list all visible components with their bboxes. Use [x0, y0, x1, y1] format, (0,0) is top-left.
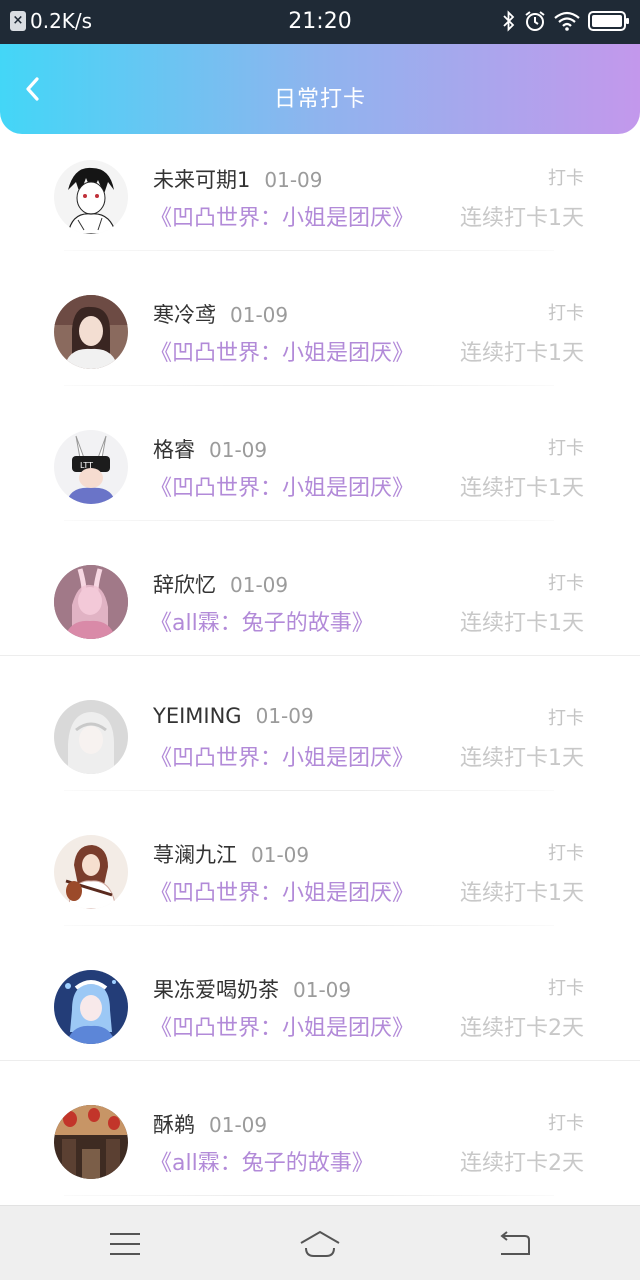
user-name-text: 果冻爱喝奶茶: [153, 978, 279, 1002]
checkin-date: 01-09: [209, 1113, 268, 1137]
home-icon: [300, 1230, 340, 1257]
wifi-icon: [554, 11, 580, 31]
avatar[interactable]: [54, 565, 128, 639]
user-name: 荨澜九江 01-09: [153, 839, 309, 869]
page-title: 日常打卡: [273, 87, 366, 112]
checkin-date: 01-09: [230, 303, 289, 327]
book-link[interactable]: 《凹凸世界：小姐是团厌》: [150, 875, 414, 907]
home-button[interactable]: [298, 1228, 342, 1260]
battery-icon: [588, 11, 629, 31]
divider: [64, 385, 554, 386]
status-right: [502, 10, 630, 32]
checkin-date: 01-09: [251, 843, 310, 867]
divider: [0, 1060, 640, 1061]
list-item[interactable]: YEIMING 01-09 打卡 《凹凸世界：小姐是团厌》 连续打卡1天: [0, 690, 640, 825]
user-name: 辞欣忆 01-09: [153, 569, 288, 599]
book-link[interactable]: 《凹凸世界：小姐是团厌》: [150, 1010, 414, 1042]
bluetooth-icon: [503, 10, 515, 32]
divider: [64, 1195, 554, 1196]
checkin-tag: 打卡: [548, 978, 584, 999]
user-name-text: 辞欣忆: [153, 573, 216, 597]
book-link[interactable]: 《凹凸世界：小姐是团厌》: [150, 200, 414, 232]
streak-text: 连续打卡2天: [460, 1151, 584, 1176]
checkin-tag: 打卡: [548, 168, 584, 189]
divider: [0, 655, 640, 656]
user-name-text: YEIMING: [153, 704, 242, 728]
user-name-text: 未来可期1: [153, 168, 251, 192]
user-name: 果冻爱喝奶茶 01-09: [153, 974, 351, 1004]
checkin-list: 未来可期1 01-09 打卡 《凹凸世界：小姐是团厌》 连续打卡1天 寒冷鸢 01-…: [0, 150, 640, 1230]
checkin-tag: 打卡: [548, 1113, 584, 1134]
menu-icon: [110, 1233, 140, 1255]
alarm-icon: [525, 11, 545, 31]
menu-button[interactable]: [105, 1228, 145, 1260]
streak-text: 连续打卡1天: [460, 476, 584, 501]
streak-text: 连续打卡1天: [460, 206, 584, 231]
user-name-text: 荨澜九江: [153, 843, 237, 867]
list-item[interactable]: 辞欣忆 01-09 打卡 《all霖：兔子的故事》 连续打卡1天: [0, 555, 640, 690]
list-item[interactable]: 荨澜九江 01-09 打卡 《凹凸世界：小姐是团厌》 连续打卡1天: [0, 825, 640, 960]
divider: [64, 520, 554, 521]
user-name-text: 寒冷鸢: [153, 303, 216, 327]
divider: [64, 925, 554, 926]
user-name: 酥鹈 01-09: [153, 1109, 267, 1139]
checkin-tag: 打卡: [548, 843, 584, 864]
checkin-date: 01-09: [293, 978, 352, 1002]
avatar[interactable]: [54, 1105, 128, 1179]
streak-text: 连续打卡1天: [460, 881, 584, 906]
book-link[interactable]: 《凹凸世界：小姐是团厌》: [150, 470, 414, 502]
user-name: YEIMING 01-09: [153, 704, 314, 728]
system-nav-bar: [0, 1205, 640, 1280]
header-bar: 日常打卡: [0, 44, 640, 134]
list-item[interactable]: 未来可期1 01-09 打卡 《凹凸世界：小姐是团厌》 连续打卡1天: [0, 150, 640, 285]
back-nav-button[interactable]: [495, 1228, 535, 1260]
book-link[interactable]: 《凹凸世界：小姐是团厌》: [150, 740, 414, 772]
book-link[interactable]: 《凹凸世界：小姐是团厌》: [150, 335, 414, 367]
checkin-tag: 打卡: [548, 573, 584, 594]
checkin-date: 01-09: [264, 168, 323, 192]
user-name: 未来可期1 01-09: [153, 164, 323, 194]
streak-text: 连续打卡1天: [460, 746, 584, 771]
divider: [64, 250, 554, 251]
user-name-text: 酥鹈: [153, 1113, 195, 1137]
book-link[interactable]: 《all霖：兔子的故事》: [150, 1145, 374, 1177]
user-name: 寒冷鸢 01-09: [153, 299, 288, 329]
screen: × 0.2K/s 21:20 日常打卡 未来可期1 01-09 打卡 《凹凸世界…: [0, 0, 640, 1280]
checkin-date: 01-09: [255, 704, 314, 728]
list-item[interactable]: 寒冷鸢 01-09 打卡 《凹凸世界：小姐是团厌》 连续打卡1天: [0, 285, 640, 420]
streak-text: 连续打卡1天: [460, 341, 584, 366]
checkin-tag: 打卡: [548, 438, 584, 459]
avatar[interactable]: [54, 160, 128, 234]
checkin-date: 01-09: [209, 438, 268, 462]
avatar[interactable]: LTT: [54, 430, 128, 504]
avatar[interactable]: [54, 970, 128, 1044]
checkin-tag: 打卡: [548, 708, 584, 729]
user-name: 格睿 01-09: [153, 434, 267, 464]
divider: [64, 790, 554, 791]
streak-text: 连续打卡1天: [460, 611, 584, 636]
list-item[interactable]: LTT 格睿 01-09 打卡 《凹凸世界：小姐是团厌》 连续打卡1天: [0, 420, 640, 555]
checkin-date: 01-09: [230, 573, 289, 597]
status-bar: × 0.2K/s 21:20: [0, 0, 640, 44]
book-link[interactable]: 《all霖：兔子的故事》: [150, 605, 374, 637]
checkin-tag: 打卡: [548, 303, 584, 324]
avatar[interactable]: [54, 295, 128, 369]
user-name-text: 格睿: [153, 438, 195, 462]
streak-text: 连续打卡2天: [460, 1016, 584, 1041]
avatar[interactable]: [54, 700, 128, 774]
back-icon: [500, 1231, 530, 1255]
list-item[interactable]: 果冻爱喝奶茶 01-09 打卡 《凹凸世界：小姐是团厌》 连续打卡2天: [0, 960, 640, 1095]
avatar[interactable]: [54, 835, 128, 909]
